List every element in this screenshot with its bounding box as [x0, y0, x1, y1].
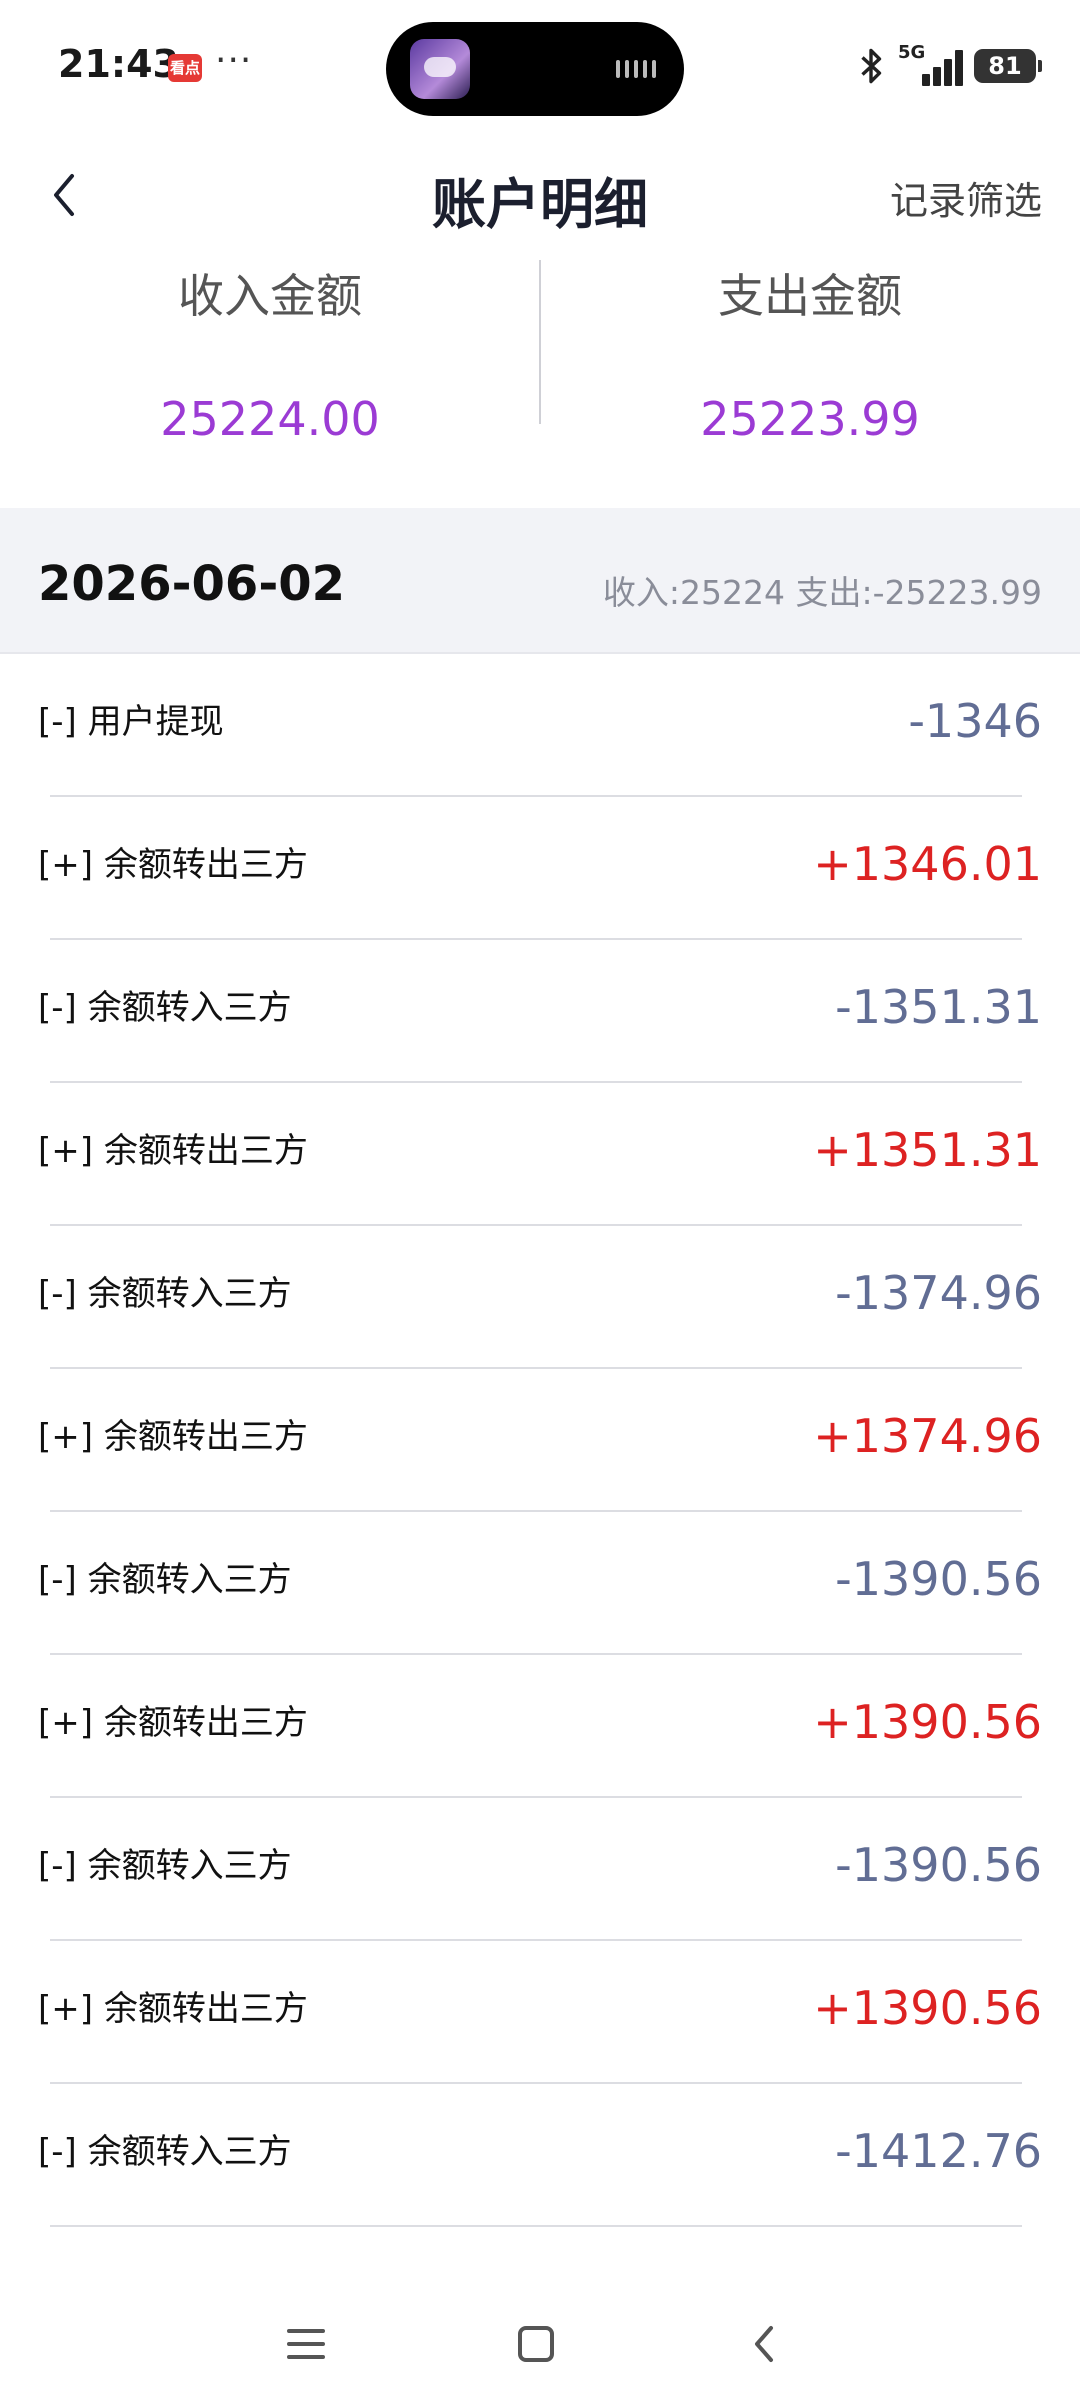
- transaction-label: [+] 余额转出三方: [38, 845, 308, 885]
- transaction-row[interactable]: [+] 余额转出三方 +1346.01: [0, 797, 1080, 940]
- transaction-row[interactable]: [+] 余额转出三方 +1390.56: [0, 1941, 1080, 2084]
- back-arrow-icon: [755, 2326, 773, 2362]
- transaction-row[interactable]: [+] 余额转出三方 +1351.31: [0, 1083, 1080, 1226]
- transaction-amount: +1351.31: [813, 1123, 1042, 1177]
- transaction-label: [-] 用户提现: [38, 702, 224, 742]
- network-type: 5G: [898, 42, 926, 63]
- expense-label: 支出金额: [718, 269, 902, 323]
- expense-value: 25223.99: [700, 392, 920, 446]
- income-summary: 收入金额 25224.00: [0, 260, 540, 508]
- status-time: 21:43: [58, 42, 179, 86]
- transaction-label: [-] 余额转入三方: [38, 2132, 292, 2172]
- system-back-button[interactable]: [734, 2314, 794, 2374]
- date-group-header: 2026-06-02 收入:25224 支出:-25223.99: [0, 508, 1080, 654]
- record-filter-button[interactable]: 记录筛选: [890, 170, 1042, 225]
- transaction-row[interactable]: [-] 余额转入三方 -1390.56: [0, 1798, 1080, 1941]
- transaction-label: [+] 余额转出三方: [38, 1417, 308, 1457]
- menu-button[interactable]: [276, 2314, 336, 2374]
- account-detail-page: 21:43 看点 ··· 5G 81 账户明细 记录筛选 收入金额 25224.…: [0, 0, 1080, 2400]
- battery-icon: 81: [974, 49, 1042, 83]
- group-date: 2026-06-02: [38, 556, 346, 612]
- transaction-row[interactable]: [-] 余额转入三方 -1351.31: [0, 940, 1080, 1083]
- row-divider: [50, 2225, 1022, 2227]
- income-value: 25224.00: [160, 392, 380, 446]
- navigation-header: 账户明细 记录筛选: [0, 130, 1080, 260]
- transaction-amount: -1351.31: [835, 980, 1042, 1034]
- audio-wave-icon: [616, 60, 656, 78]
- transaction-row[interactable]: [-] 余额转入三方 -1390.56: [0, 1512, 1080, 1655]
- transaction-label: [+] 余额转出三方: [38, 1131, 308, 1171]
- transaction-label: [-] 余额转入三方: [38, 1846, 292, 1886]
- home-square-icon: [518, 2326, 554, 2362]
- transaction-amount: +1390.56: [813, 1981, 1042, 2035]
- system-navigation-bar: [0, 2290, 1080, 2400]
- transaction-label: [+] 余额转出三方: [38, 1703, 308, 1743]
- transaction-label: [+] 余额转出三方: [38, 1989, 308, 2029]
- transaction-amount: +1346.01: [813, 837, 1042, 891]
- transaction-list: [-] 用户提现 -1346 [+] 余额转出三方 +1346.01 [-] 余…: [0, 654, 1080, 2227]
- transaction-amount: -1346: [908, 694, 1042, 748]
- menu-icon: [287, 2329, 325, 2359]
- live-activity-app-icon: [410, 39, 470, 99]
- dynamic-island[interactable]: [386, 22, 684, 116]
- bluetooth-icon: [861, 48, 882, 84]
- notification-app-icon: 看点: [168, 54, 202, 82]
- amount-summary: 收入金额 25224.00 支出金额 25223.99: [0, 260, 1080, 508]
- transaction-row[interactable]: [-] 用户提现 -1346: [0, 654, 1080, 797]
- transaction-amount: -1390.56: [835, 1838, 1042, 1892]
- signal-icon: 5G: [898, 42, 964, 86]
- income-label: 收入金额: [178, 269, 362, 323]
- transaction-row[interactable]: [-] 余额转入三方 -1374.96: [0, 1226, 1080, 1369]
- transaction-row[interactable]: [+] 余额转出三方 +1390.56: [0, 1655, 1080, 1798]
- transaction-amount: +1390.56: [813, 1695, 1042, 1749]
- transaction-amount: -1412.76: [835, 2124, 1042, 2178]
- more-notifications-icon: ···: [215, 40, 253, 81]
- transaction-label: [-] 余额转入三方: [38, 988, 292, 1028]
- transaction-label: [-] 余额转入三方: [38, 1274, 292, 1314]
- transaction-row[interactable]: [-] 余额转入三方 -1412.76: [0, 2084, 1080, 2227]
- transaction-amount: -1390.56: [835, 1552, 1042, 1606]
- status-bar: 21:43 看点 ··· 5G 81: [0, 0, 1080, 130]
- group-totals: 收入:25224 支出:-25223.99: [602, 573, 1042, 612]
- transaction-label: [-] 余额转入三方: [38, 1560, 292, 1600]
- transaction-row[interactable]: [+] 余额转出三方 +1374.96: [0, 1369, 1080, 1512]
- status-icons: 5G 81: [854, 42, 1042, 86]
- transaction-amount: -1374.96: [835, 1266, 1042, 1320]
- transaction-amount: +1374.96: [813, 1409, 1042, 1463]
- expense-summary: 支出金额 25223.99: [540, 260, 1080, 508]
- home-button[interactable]: [506, 2314, 566, 2374]
